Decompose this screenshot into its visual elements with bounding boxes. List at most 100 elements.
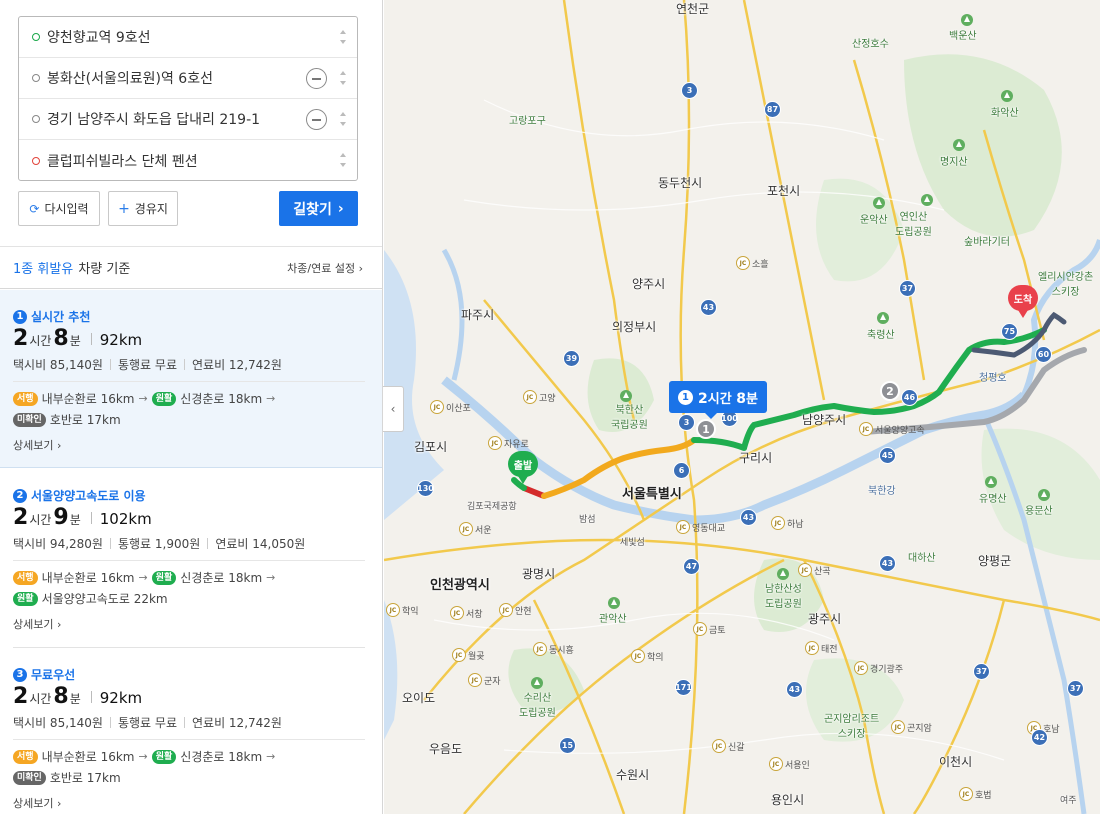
route-duration: 2 시간 8분 92km bbox=[13, 326, 142, 351]
waypoint-via-2[interactable]: 경기 남양주시 화도읍 답내리 219-1 bbox=[19, 99, 357, 140]
waypoint-via-1-label: 봉화산(서울의료원)역 6호선 bbox=[47, 71, 213, 87]
map-label-icheon: 이천시 bbox=[939, 755, 973, 769]
route-detail-link[interactable]: 상세보기 › bbox=[13, 616, 61, 632]
park-icon bbox=[953, 139, 965, 151]
park-icon bbox=[961, 14, 973, 26]
route-number-badge: 2 bbox=[13, 488, 27, 503]
map-label-cheongpyeong: 청평호 bbox=[979, 373, 1007, 384]
sea-area bbox=[384, 250, 444, 520]
map-label-namyangju: 남양주시 bbox=[802, 413, 847, 427]
road-segments: 미확인 호반로 17km bbox=[13, 769, 121, 786]
highway-shield: 87 bbox=[764, 101, 781, 118]
map-label-baegunsan: 백운산 bbox=[949, 31, 977, 42]
waypoint-end-label: 클럽피쉬빌라스 단체 펜션 bbox=[47, 153, 198, 170]
fuel-cost: 연료비 12,742원 bbox=[191, 358, 282, 372]
jc-label: JC 신갈 bbox=[712, 739, 745, 753]
route-option-1[interactable]: 1 실시간 추천 2 시간 8분 92km 택시비 85,140원 통행료 무료 … bbox=[0, 290, 382, 468]
remove-waypoint-icon[interactable] bbox=[306, 109, 327, 130]
divider bbox=[90, 690, 92, 703]
route-segment-congested bbox=[521, 485, 547, 499]
search-route-button[interactable]: 길찾기 › bbox=[279, 191, 358, 226]
traffic-badge: 미확인 bbox=[13, 770, 46, 785]
duration-hours: 2 bbox=[13, 684, 29, 709]
road-segment: 내부순환로 16km bbox=[41, 571, 135, 585]
duration-minutes-unit: 분 bbox=[69, 334, 81, 348]
map-label-konjiam: 곤지암리조트 스키장 bbox=[824, 714, 880, 740]
route-title-label: 서울양양고속도로 이용 bbox=[31, 489, 146, 503]
chevron-left-icon: ‹ bbox=[390, 402, 396, 416]
map-label-bamseom: 밤섬 bbox=[579, 515, 596, 525]
add-waypoint-button[interactable]: + 경유지 bbox=[108, 191, 178, 226]
jc-label: JC 서창 bbox=[450, 606, 483, 620]
route-detail-link[interactable]: 상세보기 › bbox=[13, 437, 61, 453]
highway-shield: 130 bbox=[417, 480, 434, 497]
route-distance: 92km bbox=[99, 689, 143, 707]
traffic-badge: 원활 bbox=[151, 570, 177, 585]
route-detail-link[interactable]: 상세보기 › bbox=[13, 795, 61, 811]
route-duration: 2 시간 9분 102km bbox=[13, 505, 152, 530]
map-label-hwaaksan: 화악산 bbox=[991, 108, 1019, 119]
road-segment: 신경춘로 18km bbox=[180, 750, 263, 764]
start-pin[interactable]: 출발 bbox=[508, 451, 538, 484]
park-icon bbox=[608, 597, 620, 609]
route-option-3[interactable]: 3 무료우선 2 시간 8분 92km 택시비 85,140원 통행료 무료 연료… bbox=[0, 648, 382, 814]
divider bbox=[13, 739, 365, 740]
arrow-right-icon: → bbox=[138, 571, 148, 584]
arrow-right-icon: → bbox=[138, 750, 148, 763]
drag-handle-icon[interactable] bbox=[340, 71, 346, 85]
jc-label: JC 서용인 bbox=[769, 757, 810, 771]
collapse-panel-button[interactable]: ‹ bbox=[383, 386, 404, 432]
waypoint-marker-1[interactable]: 1 bbox=[696, 419, 716, 439]
jc-label: JC 경기광주 bbox=[854, 661, 903, 675]
remove-waypoint-icon[interactable] bbox=[306, 68, 327, 89]
map-label-bukhansan: 북한산 국립공원 bbox=[611, 405, 648, 431]
road-segments: 서행 내부순환로 16km → 원활 신경춘로 18km → bbox=[13, 390, 275, 407]
highway-shield: 42 bbox=[1031, 729, 1048, 746]
waypoint-end[interactable]: 클럽피쉬빌라스 단체 펜션 bbox=[19, 140, 357, 181]
search-route-label: 길찾기 bbox=[293, 201, 332, 218]
highway-shield: 37 bbox=[973, 663, 990, 680]
road-segment: 호반로 17km bbox=[49, 413, 121, 427]
route-duration-bubble[interactable]: 1 2시간 8분 bbox=[669, 381, 767, 419]
waypoint-via-2-label: 경기 남양주시 화도읍 답내리 219-1 bbox=[47, 112, 261, 128]
bubble-minutes: 8 bbox=[736, 390, 746, 407]
park-icon bbox=[1038, 489, 1050, 501]
drag-handle-icon[interactable] bbox=[340, 112, 346, 126]
map-label-paju: 파주시 bbox=[461, 308, 495, 322]
map-label-yeoju: 여주 bbox=[1060, 796, 1077, 806]
traffic-badge: 서행 bbox=[13, 570, 38, 585]
end-pin[interactable]: 도착 bbox=[1008, 285, 1038, 318]
map-label-yongin: 용인시 bbox=[771, 793, 805, 807]
traffic-badge: 서행 bbox=[13, 749, 38, 764]
waypoint-start[interactable]: 양천향교역 9호선 bbox=[19, 17, 357, 58]
map-label-unaksan: 운악산 bbox=[860, 215, 888, 226]
map-label-guri: 구리시 bbox=[739, 451, 773, 465]
arrow-right-icon: → bbox=[266, 392, 276, 405]
highway-shield: 3 bbox=[681, 82, 698, 99]
waypoint-via-1[interactable]: 봉화산(서울의료원)역 6호선 bbox=[19, 58, 357, 99]
map-label-yumyeongsan: 유명산 bbox=[979, 494, 1007, 505]
highway-shield: 15 bbox=[559, 737, 576, 754]
map-label-gwangju: 광주시 bbox=[808, 612, 842, 626]
route-option-2[interactable]: 2 서울양양고속도로 이용 2 시간 9분 102km 택시비 94,280원 통… bbox=[0, 469, 382, 647]
reset-button[interactable]: ⟳ 다시입력 bbox=[18, 191, 100, 226]
drag-handle-icon[interactable] bbox=[340, 153, 346, 167]
chevron-right-icon: › bbox=[56, 439, 62, 452]
map-label-yangju: 양주시 bbox=[632, 277, 666, 291]
traffic-badge: 원활 bbox=[13, 591, 38, 606]
vehicle-settings-link[interactable]: 차종/연료 설정 › bbox=[287, 260, 363, 276]
waypoint-marker-2[interactable]: 2 bbox=[880, 381, 900, 401]
jc-label: JC 이산포 bbox=[430, 400, 471, 414]
jc-label: JC 서운 bbox=[459, 522, 492, 536]
divider bbox=[13, 560, 365, 561]
duration-minutes: 8 bbox=[53, 684, 69, 709]
divider bbox=[90, 511, 92, 524]
drag-handle-icon[interactable] bbox=[340, 30, 346, 44]
map-label-gimpo-airport: 김포국제공항 bbox=[467, 502, 517, 512]
map-label-suwon: 수원시 bbox=[616, 768, 650, 782]
fuel-basis: 차량 기준 bbox=[78, 262, 131, 277]
jc-label: JC 고양 bbox=[523, 390, 556, 404]
jc-label: JC 학익 bbox=[386, 603, 419, 617]
map-label-chukryeongsan: 축령산 bbox=[867, 330, 895, 341]
fuel-type[interactable]: 1종 휘발유 bbox=[13, 262, 73, 277]
